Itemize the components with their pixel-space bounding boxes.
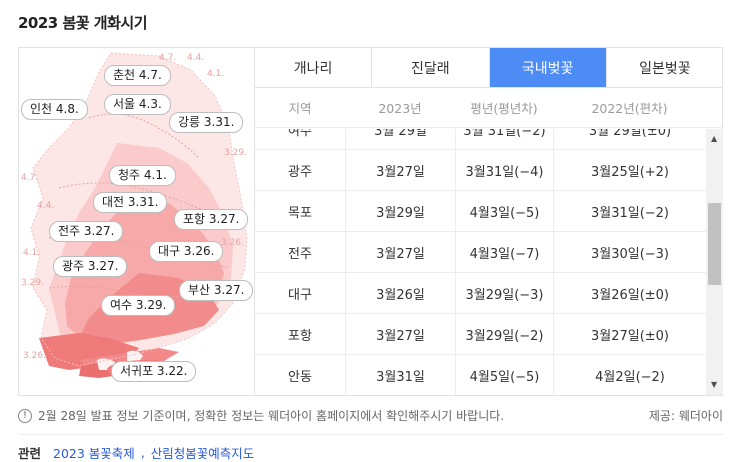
isoline-label: 4.7. — [159, 53, 176, 63]
table-cell: 3월27일 — [345, 314, 455, 354]
table-cell: 3월 29일 — [345, 129, 455, 149]
table-cell: 4월2일(−2) — [553, 355, 706, 395]
link-separator: , — [140, 445, 145, 460]
tab-japan-cherry[interactable]: 일본벚꽃 — [607, 48, 723, 87]
table-cell: 광주 — [288, 164, 312, 180]
map-label-seoul: 서울 4.3. — [104, 94, 171, 115]
map-label-daejeon: 대전 3.31. — [93, 192, 168, 213]
table-cell: 안동 — [288, 369, 312, 385]
table-row: 안동 3월31일 4월5일(−5) 4월2일(−2) — [255, 355, 706, 395]
divider — [18, 434, 723, 435]
link-forest-flower-map[interactable]: 산림청봄꽃예측지도 — [151, 443, 255, 462]
table-cell: 3월30일(−3) — [553, 232, 706, 272]
table-cell: 포항 — [288, 328, 312, 344]
table-row: 여수 3월 29일 3월 31일(−2) 3월 29일(±0) — [255, 129, 706, 150]
map-label-daegu: 대구 3.26. — [149, 241, 224, 262]
info-icon: ! — [18, 408, 32, 423]
table-cell: 3월31일(−4) — [455, 150, 553, 190]
bloom-map: 4.7. 4.4. 4.1. 3.29. 4.7. 4.4. 4.1. 3.29… — [19, 48, 254, 395]
table-body[interactable]: 여수 3월 29일 3월 31일(−2) 3월 29일(±0) 광주 3월27일 3월31일… — [255, 129, 706, 395]
link-spring-festival[interactable]: 2023 봄꽃축제 — [53, 443, 135, 462]
table-row: 전주 3월27일 4월3일(−7) 3월30일(−3) — [255, 232, 706, 273]
map-label-chuncheon: 춘천 4.7. — [104, 65, 171, 86]
tab-forsythia[interactable]: 개나리 — [255, 48, 373, 87]
map-label-gangneung: 강릉 3.31. — [169, 112, 244, 133]
provider-text: 제공: 웨더아이 — [648, 409, 723, 423]
map-label-cheongju: 청주 4.1. — [109, 165, 176, 186]
table-cell: 여수 — [288, 129, 312, 139]
isoline-label: 3.29. — [224, 148, 247, 158]
table-cell: 3월 29일(±0) — [553, 129, 706, 149]
map-label-pohang: 포항 3.27. — [174, 209, 249, 230]
table-cell: 3월29일 — [345, 191, 455, 231]
table-cell: 전주 — [288, 246, 312, 262]
table-cell: 3월27일(±0) — [553, 314, 706, 354]
isoline-label: 4.7. — [21, 173, 38, 183]
table-cell: 4월5일(−5) — [455, 355, 553, 395]
isoline-label: 3.29. — [21, 278, 44, 288]
header-2023: 2023년 — [378, 101, 422, 116]
table-cell: 3월25일(+2) — [553, 150, 706, 190]
isoline-label: 3.26. — [23, 351, 46, 361]
page-title: 2023 봄꽃 개화시기 — [18, 14, 148, 32]
map-label-seogwipo: 서귀포 3.22. — [111, 361, 197, 382]
table-row: 광주 3월27일 3월31일(−4) 3월25일(+2) — [255, 150, 706, 191]
related-label: 관련 — [18, 446, 42, 461]
scroll-up-icon[interactable]: ▲ — [711, 135, 717, 143]
table-cell: 대구 — [288, 287, 312, 303]
map-label-yeosu: 여수 3.29. — [101, 295, 176, 316]
header-2022: 2022년(편차) — [591, 101, 668, 116]
map-label-jeonju: 전주 3.27. — [49, 221, 124, 242]
table-row: 대구 3월26일 3월29일(−3) 3월26일(±0) — [255, 273, 706, 314]
map-label-gwangju: 광주 3.27. — [53, 256, 128, 277]
table-cell: 3월26일 — [345, 273, 455, 313]
table-cell: 3월29일(−3) — [455, 273, 553, 313]
header-region: 지역 — [288, 101, 312, 116]
related-links: 관련 2023 봄꽃축제 , 산림청봄꽃예측지도 — [18, 443, 254, 462]
table-cell: 3월27일 — [345, 232, 455, 272]
isoline-label: 3.26. — [221, 238, 244, 248]
isoline-label: 4.4. — [37, 201, 54, 211]
isoline-label: 4.1. — [23, 248, 40, 258]
scroll-down-icon[interactable]: ▼ — [711, 381, 717, 389]
table-row: 목포 3월29일 4월3일(−5) 3월31일(−2) — [255, 191, 706, 232]
flower-tabs: 개나리 진달래 국내벚꽃 일본벚꽃 — [255, 48, 723, 88]
info-note: ! 2월 28일 발표 정보 기준이며, 정확한 정보는 웨더아이 홈페이지에서… — [18, 407, 504, 424]
map-label-busan: 부산 3.27. — [179, 280, 254, 301]
table-cell: 4월3일(−5) — [455, 191, 553, 231]
bloom-panel: 4.7. 4.4. 4.1. 3.29. 4.7. 4.4. 4.1. 3.29… — [18, 47, 723, 396]
map-label-incheon: 인천 4.8. — [21, 99, 88, 120]
table-cell: 4월3일(−7) — [455, 232, 553, 272]
table-scrollbar[interactable]: ▲ ▼ — [706, 129, 723, 395]
table-cell: 목포 — [288, 205, 312, 221]
header-normal: 평년(평년차) — [470, 101, 538, 116]
scroll-thumb[interactable] — [708, 203, 721, 285]
table-cell: 3월31일 — [345, 355, 455, 395]
tab-korea-cherry[interactable]: 국내벚꽃 — [489, 48, 607, 87]
table-cell: 3월31일(−2) — [553, 191, 706, 231]
tab-azalea[interactable]: 진달래 — [372, 48, 490, 87]
note-text: 2월 28일 발표 정보 기준이며, 정확한 정보는 웨더아이 홈페이지에서 확… — [38, 409, 505, 423]
table-row: 포항 3월27일 3월29일(−2) 3월27일(±0) — [255, 314, 706, 355]
table-cell: 3월26일(±0) — [553, 273, 706, 313]
table-header: 지역 2023년 평년(평년차) 2022년(편차) — [255, 88, 723, 128]
bloom-table-area: 개나리 진달래 국내벚꽃 일본벚꽃 지역 2023년 평년(평년차) 2022년… — [254, 48, 723, 395]
isoline-label: 4.1. — [207, 69, 224, 79]
table-cell: 3월27일 — [345, 150, 455, 190]
table-cell: 3월 31일(−2) — [455, 129, 553, 149]
isoline-label: 4.4. — [187, 53, 204, 63]
table-cell: 3월29일(−2) — [455, 314, 553, 354]
